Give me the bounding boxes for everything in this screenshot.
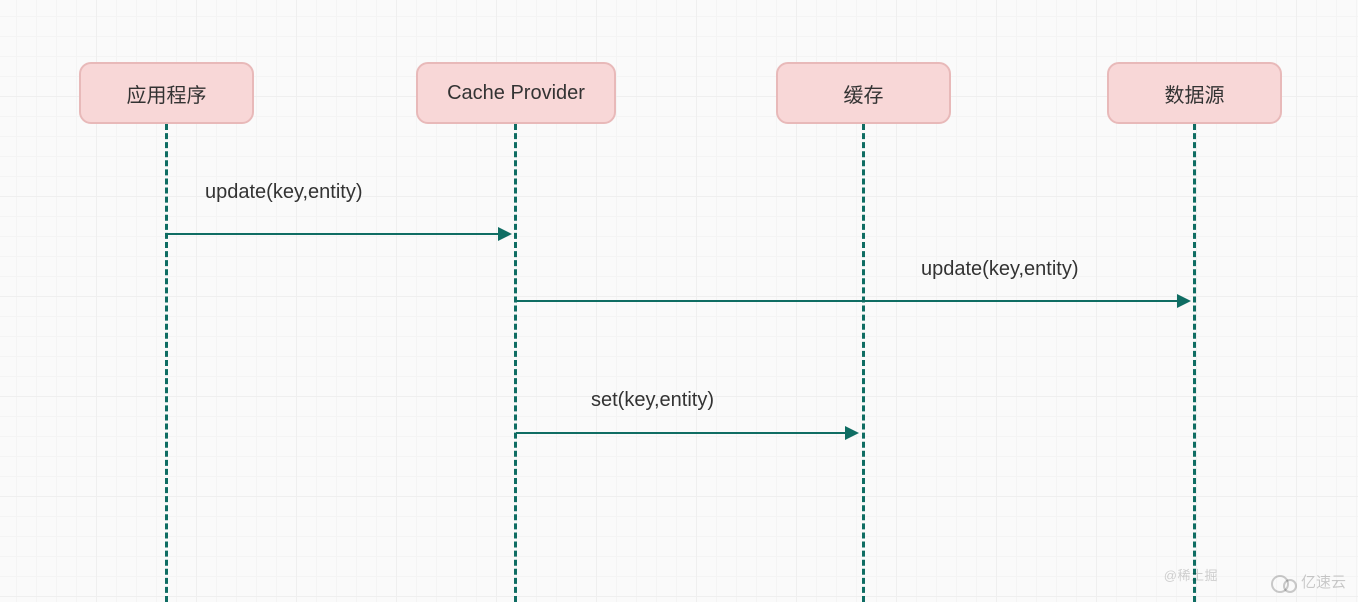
msg-update-app-cache-label: update(key,entity): [205, 181, 363, 204]
cloud-icon: [1271, 573, 1297, 591]
participant-app: 应用程序: [79, 62, 254, 124]
msg-set-cache-store-label: set(key,entity): [591, 389, 714, 412]
participant-cache: Cache Provider: [416, 62, 616, 124]
lifeline-cache: [514, 124, 517, 602]
msg-set-cache-store-arrow: [845, 426, 859, 440]
msg-update-cache-ds-label: update(key,entity): [921, 258, 1079, 281]
lifeline-app: [165, 124, 168, 602]
watermark-left: @稀土掘: [1164, 565, 1218, 584]
participant-store: 缓存: [776, 62, 951, 124]
msg-update-app-cache-arrow: [498, 227, 512, 241]
participant-ds: 数据源: [1107, 62, 1282, 124]
watermark-right-text: 亿速云: [1301, 571, 1346, 592]
msg-set-cache-store-line: [516, 432, 847, 434]
lifeline-ds: [1193, 124, 1196, 602]
watermark-right: 亿速云: [1271, 571, 1346, 592]
msg-update-cache-ds-arrow: [1177, 294, 1191, 308]
msg-update-cache-ds-line: [516, 300, 1179, 302]
lifeline-store: [862, 124, 865, 602]
msg-update-app-cache-line: [167, 233, 500, 235]
